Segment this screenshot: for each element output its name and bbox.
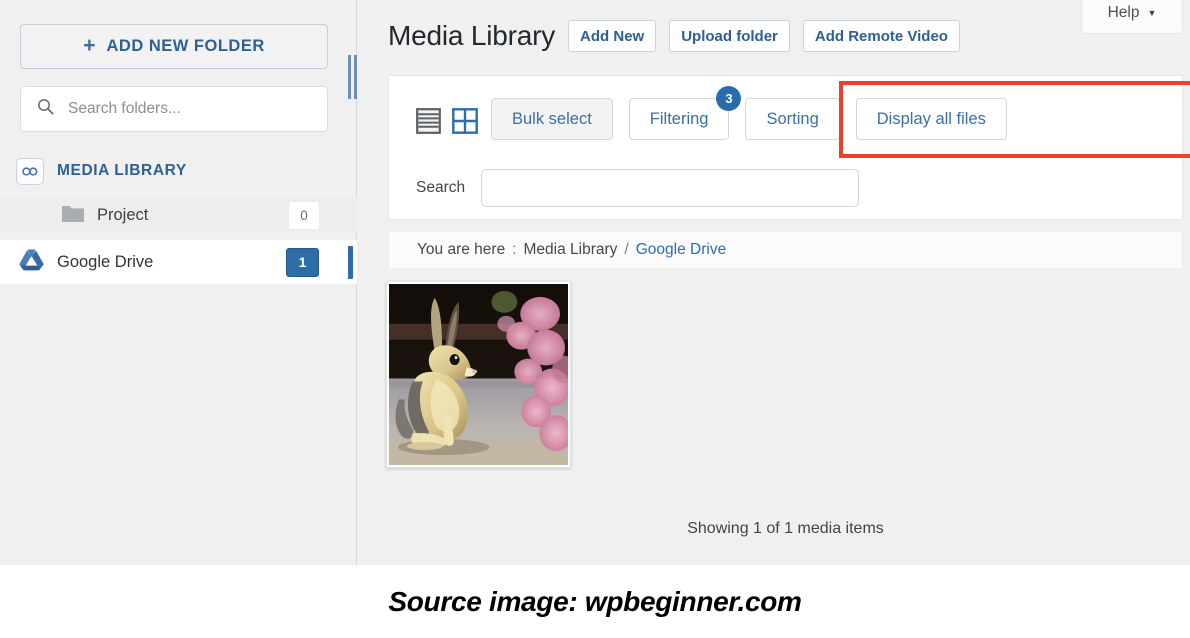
sidebar-item-project[interactable]: Project 0 xyxy=(0,198,357,233)
breadcrumb-colon: : xyxy=(512,241,517,258)
google-drive-icon xyxy=(18,248,45,277)
add-new-button[interactable]: Add New xyxy=(568,20,657,52)
grid-view-icon[interactable] xyxy=(452,108,478,139)
google-drive-count-badge: 1 xyxy=(286,247,319,277)
toolbar-panel: Bulk select Filtering 3 Sorting Display … xyxy=(388,75,1183,220)
folder-icon xyxy=(61,204,85,228)
page-header: Media Library Add New Upload folder Add … xyxy=(388,20,960,52)
search-icon xyxy=(37,98,54,120)
rabbit-photo xyxy=(389,284,568,465)
help-label: Help xyxy=(1107,4,1140,21)
breadcrumb-divider: / xyxy=(624,241,629,258)
bulk-select-label: Bulk select xyxy=(512,109,592,128)
media-library-icon xyxy=(16,157,44,185)
add-remote-video-button[interactable]: Add Remote Video xyxy=(802,20,960,52)
source-caption: Source image: wpbeginner.com xyxy=(0,565,1190,638)
filtering-button[interactable]: Filtering 3 xyxy=(628,86,742,140)
upload-folder-button[interactable]: Upload folder xyxy=(669,20,790,52)
screenshot-canvas: + ADD NEW FOLDER Search folders... MEDIA… xyxy=(0,0,1190,565)
main-content: Help ▼ Media Library Add New Upload fold… xyxy=(358,0,1190,565)
project-count-badge: 0 xyxy=(289,202,319,229)
display-all-files-label: Display all files xyxy=(876,109,986,128)
chevron-down-icon: ▼ xyxy=(1147,8,1157,18)
active-item-indicator xyxy=(348,246,353,279)
source-caption-text: Source image: wpbeginner.com xyxy=(388,585,802,617)
page-title: Media Library xyxy=(388,20,556,51)
media-search-input[interactable] xyxy=(481,169,860,207)
folder-search-placeholder: Search folders... xyxy=(68,100,181,117)
toolbar-button-group: Bulk select Filtering 3 Sorting Display … xyxy=(491,86,1007,140)
add-new-folder-button[interactable]: + ADD NEW FOLDER xyxy=(20,24,328,69)
breadcrumb: You are here : Media Library / Google Dr… xyxy=(388,231,1183,269)
folder-sidebar: + ADD NEW FOLDER Search folders... MEDIA… xyxy=(0,0,363,565)
breadcrumb-prefix: You are here xyxy=(417,241,506,258)
bulk-select-button[interactable]: Bulk select xyxy=(491,98,613,140)
breadcrumb-root[interactable]: Media Library xyxy=(524,241,618,259)
sidebar-item-media-library[interactable]: MEDIA LIBRARY xyxy=(0,152,357,190)
display-all-files-button[interactable]: Display all files xyxy=(855,98,1007,140)
sidebar-item-project-label: Project xyxy=(97,206,149,224)
sidebar-item-google-drive[interactable]: Google Drive 1 xyxy=(0,240,357,284)
add-new-folder-label: ADD NEW FOLDER xyxy=(106,37,265,55)
plus-icon: + xyxy=(83,34,96,57)
media-search-row: Search xyxy=(416,169,860,207)
showing-count-text: Showing 1 of 1 media items xyxy=(687,520,884,537)
help-dropdown-button[interactable]: Help ▼ xyxy=(1081,0,1183,34)
media-search-label: Search xyxy=(416,179,466,196)
media-item-thumbnail[interactable] xyxy=(386,281,571,468)
breadcrumb-current[interactable]: Google Drive xyxy=(636,241,726,259)
filtering-label: Filtering xyxy=(649,109,709,128)
sorting-label: Sorting xyxy=(766,109,819,128)
sidebar-item-media-library-label: MEDIA LIBRARY xyxy=(57,162,187,179)
view-mode-toggle xyxy=(416,108,478,139)
folder-search-input[interactable]: Search folders... xyxy=(20,86,328,132)
sorting-button[interactable]: Sorting xyxy=(745,98,840,140)
list-view-icon[interactable] xyxy=(416,108,441,139)
filtering-count-badge: 3 xyxy=(716,86,742,111)
sidebar-item-google-drive-label: Google Drive xyxy=(57,252,154,271)
